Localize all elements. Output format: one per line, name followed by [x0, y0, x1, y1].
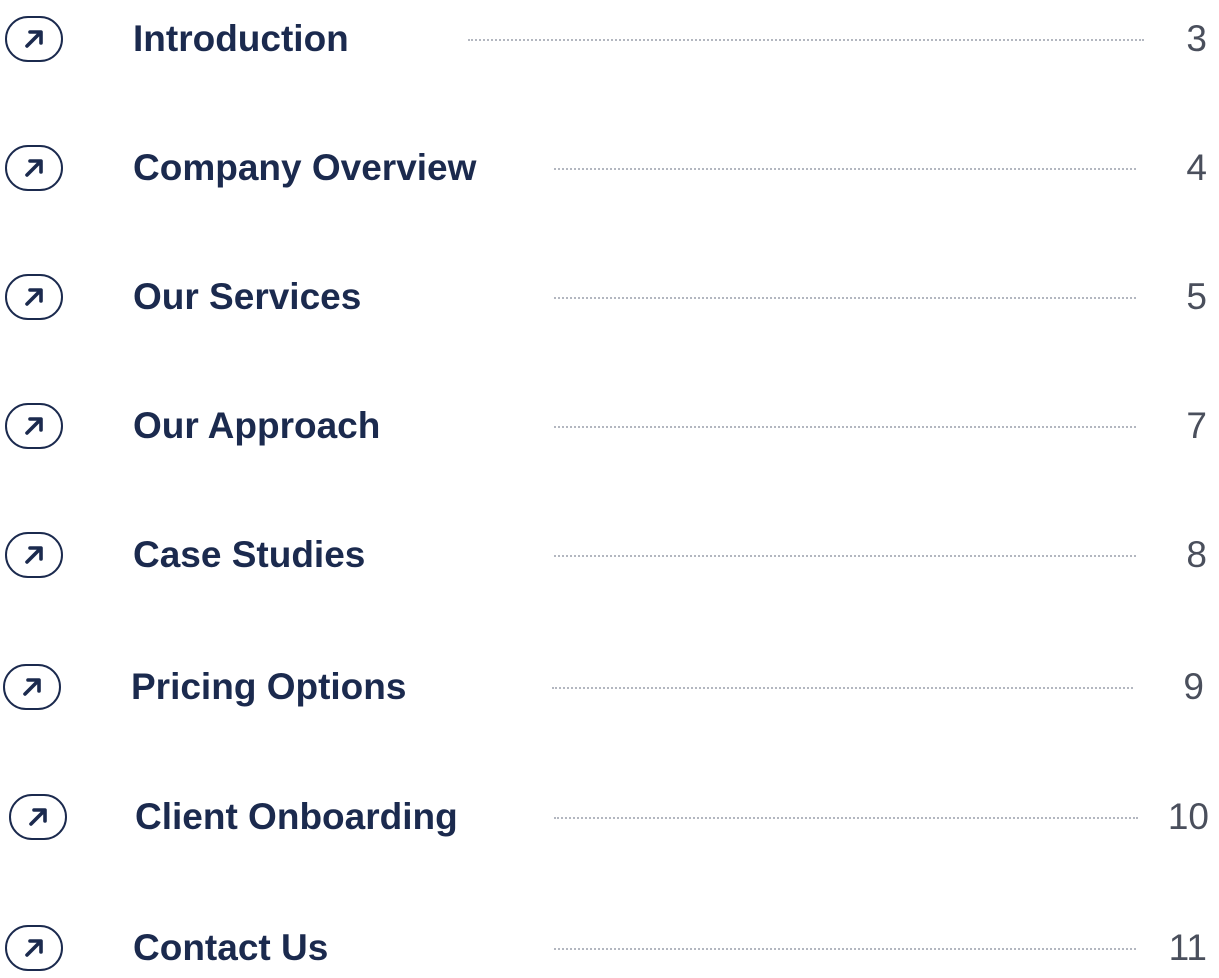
toc-item-contact-us[interactable]: Contact Us 11 — [0, 918, 1219, 978]
toc-item-page-number: 11 — [1168, 927, 1207, 968]
dotted-leader — [554, 426, 1136, 428]
arrow-up-right-icon — [5, 16, 63, 62]
dotted-leader — [554, 297, 1136, 299]
dotted-leader — [554, 948, 1136, 950]
toc-item-title: Introduction — [133, 18, 349, 59]
toc-item-title: Contact Us — [133, 927, 329, 968]
toc-item-title: Case Studies — [133, 534, 366, 575]
toc-item-our-approach[interactable]: Our Approach 7 — [0, 396, 1219, 456]
toc-item-title: Pricing Options — [131, 666, 407, 707]
toc-item-title: Client Onboarding — [135, 796, 458, 837]
toc-item-title: Our Approach — [133, 405, 381, 446]
toc-item-case-studies[interactable]: Case Studies 8 — [0, 525, 1219, 585]
toc-item-our-services[interactable]: Our Services 5 — [0, 267, 1219, 327]
arrow-up-right-icon — [5, 925, 63, 971]
toc-item-client-onboarding[interactable]: Client Onboarding 10 — [0, 787, 1219, 847]
arrow-up-right-icon — [5, 532, 63, 578]
arrow-up-right-icon — [9, 794, 67, 840]
dotted-leader — [554, 168, 1136, 170]
toc-item-page-number: 8 — [1186, 534, 1207, 575]
table-of-contents: Introduction 3 Company Overview 4 Our Se… — [0, 0, 1219, 971]
toc-item-company-overview[interactable]: Company Overview 4 — [0, 138, 1219, 198]
toc-item-page-number: 5 — [1186, 276, 1207, 317]
arrow-up-right-icon — [5, 274, 63, 320]
toc-item-page-number: 4 — [1186, 147, 1207, 188]
toc-item-introduction[interactable]: Introduction 3 — [0, 9, 1219, 69]
toc-item-page-number: 9 — [1183, 666, 1204, 707]
dotted-leader — [554, 817, 1138, 819]
arrow-up-right-icon — [3, 664, 61, 710]
arrow-up-right-icon — [5, 145, 63, 191]
dotted-leader — [468, 39, 1144, 41]
dotted-leader — [554, 555, 1136, 557]
toc-item-pricing-options[interactable]: Pricing Options 9 — [0, 657, 1219, 717]
toc-item-title: Our Services — [133, 276, 362, 317]
toc-item-title: Company Overview — [133, 147, 477, 188]
toc-item-page-number: 3 — [1186, 18, 1207, 59]
toc-item-page-number: 10 — [1167, 796, 1209, 837]
arrow-up-right-icon — [5, 403, 63, 449]
dotted-leader — [552, 687, 1133, 689]
toc-item-page-number: 7 — [1186, 405, 1207, 446]
